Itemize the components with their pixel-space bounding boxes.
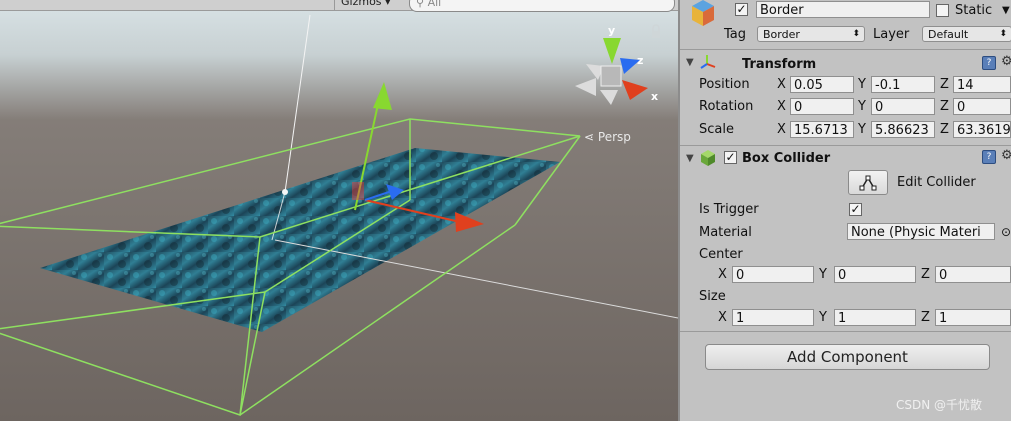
- gameobject-cube-icon: [688, 0, 718, 26]
- tag-label: Tag: [724, 27, 747, 42]
- center-y-label[interactable]: Y: [819, 266, 827, 283]
- edit-collider-icon: [859, 175, 877, 191]
- center-x-label[interactable]: X: [718, 266, 727, 283]
- updown-arrow-icon: ⬍: [999, 29, 1007, 39]
- center-z-label[interactable]: Z: [921, 266, 930, 283]
- inspector-panel: ✓ Border Static ▼ Tag Border ⬍ Layer Defa…: [680, 0, 1011, 421]
- scene-guide-point: [282, 189, 288, 195]
- scale-x-label[interactable]: X: [777, 121, 786, 138]
- gizmo-neg-y-cone[interactable]: [600, 90, 618, 105]
- center-label: Center: [699, 247, 743, 262]
- gear-icon[interactable]: ⚙: [1001, 54, 1011, 69]
- add-component-button[interactable]: Add Component: [705, 344, 990, 370]
- position-x-field[interactable]: 0.05: [790, 76, 854, 93]
- layer-value: Default: [928, 28, 969, 41]
- static-dropdown-arrow-icon[interactable]: ▼: [1002, 2, 1010, 19]
- layer-dropdown[interactable]: Default ⬍: [922, 26, 1011, 42]
- rotation-z-label[interactable]: Z: [940, 98, 949, 115]
- gizmo-z-label: z: [637, 54, 643, 67]
- object-picker-icon[interactable]: ⊙: [1001, 224, 1011, 241]
- edit-collider-label: Edit Collider: [897, 175, 976, 190]
- tag-dropdown[interactable]: Border ⬍: [757, 26, 865, 42]
- is-trigger-checkbox[interactable]: ✓: [849, 203, 862, 216]
- gizmo-x-label: x: [651, 90, 658, 103]
- scene-view[interactable]: Gizmos ▾ ⚲ All y z x ⋖ Persp: [0, 0, 678, 421]
- position-z-field[interactable]: 14: [953, 76, 1011, 93]
- size-y-label[interactable]: Y: [819, 309, 827, 326]
- help-book-icon[interactable]: ?: [982, 56, 996, 70]
- position-y-label[interactable]: Y: [858, 76, 866, 93]
- rotation-x-field[interactable]: 0: [790, 98, 854, 115]
- size-x-label[interactable]: X: [718, 309, 727, 326]
- persp-text: Persp: [597, 130, 631, 144]
- updown-arrow-icon: ⬍: [852, 29, 860, 39]
- scale-y-field[interactable]: 5.86623: [871, 121, 935, 138]
- lock-icon[interactable]: [652, 24, 660, 38]
- tag-value: Border: [763, 28, 800, 41]
- is-trigger-label: Is Trigger: [699, 202, 759, 217]
- rotation-y-field[interactable]: 0: [871, 98, 935, 115]
- position-y-field[interactable]: -0.1: [871, 76, 935, 93]
- gizmo-neg-x-cone[interactable]: [575, 78, 596, 96]
- textured-plane[interactable]: [40, 148, 560, 332]
- material-label: Material: [699, 225, 752, 240]
- box-collider-icon: [699, 149, 717, 167]
- scale-z-field[interactable]: 63.3619: [953, 121, 1011, 138]
- gizmo-y-cone[interactable]: [603, 38, 621, 64]
- gizmo-center-cube[interactable]: [600, 65, 622, 87]
- static-checkbox[interactable]: [936, 4, 949, 17]
- gear-icon[interactable]: ⚙: [1001, 148, 1011, 163]
- layer-label: Layer: [873, 27, 910, 42]
- position-label: Position: [699, 77, 750, 92]
- gizmo-x-cone[interactable]: [622, 80, 648, 100]
- help-book-icon[interactable]: ?: [982, 150, 996, 164]
- position-z-label[interactable]: Z: [940, 76, 949, 93]
- persp-arrow-icon: ⋖: [584, 130, 595, 144]
- separator: [680, 49, 1011, 50]
- scale-y-label[interactable]: Y: [858, 121, 866, 138]
- box-collider-title: Box Collider: [742, 151, 831, 166]
- scene-guide-line: [284, 14, 311, 193]
- material-field[interactable]: None (Physic Materi: [847, 223, 995, 240]
- active-checkbox[interactable]: ✓: [735, 3, 748, 16]
- center-z-field[interactable]: 0: [935, 266, 1011, 283]
- rotation-label: Rotation: [699, 99, 754, 114]
- position-x-label[interactable]: X: [777, 76, 786, 93]
- box-collider-enabled-checkbox[interactable]: ✓: [724, 151, 737, 164]
- rotation-y-label[interactable]: Y: [858, 98, 866, 115]
- separator: [680, 145, 1011, 146]
- object-name-field[interactable]: Border: [756, 1, 930, 18]
- static-label: Static: [955, 3, 993, 18]
- center-y-field[interactable]: 0: [834, 266, 916, 283]
- scale-x-field[interactable]: 15.6713: [790, 121, 854, 138]
- size-z-field[interactable]: 1: [935, 309, 1011, 326]
- size-x-field[interactable]: 1: [732, 309, 814, 326]
- scene-canvas: y z x: [0, 14, 678, 416]
- scale-label: Scale: [699, 122, 734, 137]
- gizmo-y-label: y: [608, 24, 615, 37]
- watermark-text: CSDN @千忧散: [896, 398, 983, 412]
- persp-label[interactable]: ⋖ Persp: [584, 130, 631, 144]
- transform-foldout-arrow-icon[interactable]: ▼: [686, 57, 694, 68]
- size-label: Size: [699, 289, 726, 304]
- transform-title: Transform: [742, 57, 817, 72]
- orientation-gizmo[interactable]: y z x: [575, 24, 658, 105]
- rotation-x-label[interactable]: X: [777, 98, 786, 115]
- box-collider-foldout-arrow-icon[interactable]: ▼: [686, 153, 694, 164]
- size-z-label[interactable]: Z: [921, 309, 930, 326]
- scale-z-label[interactable]: Z: [940, 121, 949, 138]
- edit-collider-button[interactable]: [848, 170, 888, 195]
- size-y-field[interactable]: 1: [834, 309, 916, 326]
- transform-axes-icon: [700, 54, 716, 70]
- rotation-z-field[interactable]: 0: [953, 98, 1011, 115]
- separator: [680, 331, 1011, 332]
- center-x-field[interactable]: 0: [732, 266, 814, 283]
